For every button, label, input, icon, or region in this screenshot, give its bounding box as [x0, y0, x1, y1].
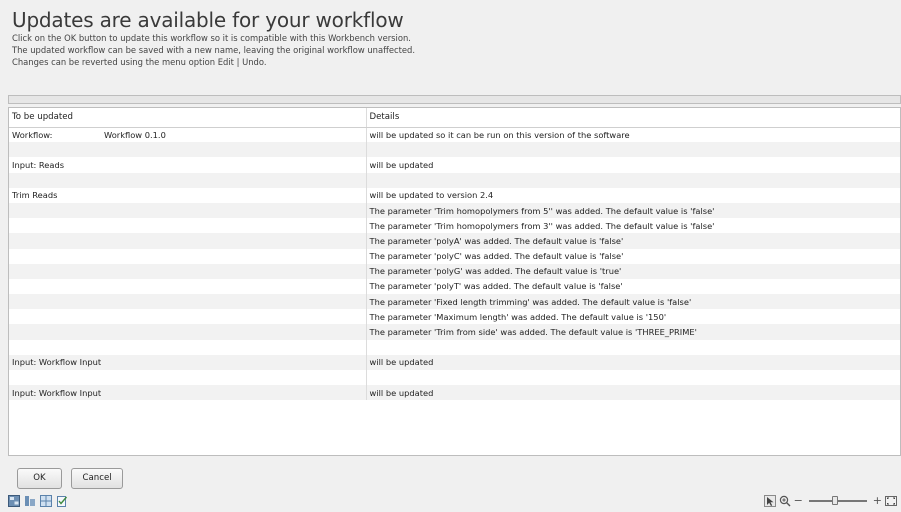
layout-icon[interactable]	[8, 495, 20, 507]
progress-strip	[8, 95, 901, 104]
cell-details	[365, 142, 900, 158]
table-row[interactable]: The parameter 'polyA' was added. The def…	[9, 233, 900, 249]
cell-to-be-updated	[9, 233, 366, 249]
cell-to-be-updated: Input: Workflow Input	[9, 385, 366, 401]
fit-to-window-icon[interactable]	[885, 495, 897, 507]
table-row[interactable]: The parameter 'Fixed length trimming' wa…	[9, 294, 900, 310]
description-line-3: Changes can be reverted using the menu o…	[12, 57, 267, 67]
cell-details: The parameter 'Fixed length trimming' wa…	[365, 294, 900, 310]
cell-details: The parameter 'polyC' was added. The def…	[365, 248, 900, 264]
cell-details: The parameter 'Trim from side' was added…	[365, 324, 900, 340]
cell-to-be-updated: Input: Workflow Input	[9, 354, 366, 370]
cell-to-be-updated: Trim Reads	[12, 190, 58, 201]
description-line-2: The updated workflow can be saved with a…	[12, 45, 416, 55]
cell-details: will be updated so it can be run on this…	[365, 127, 900, 143]
cell-to-be-updated	[9, 309, 366, 324]
table-row-spacer[interactable]	[9, 339, 900, 355]
cell-details: will be updated	[365, 385, 900, 401]
cell-to-be-updated	[9, 249, 366, 264]
cancel-button[interactable]: Cancel	[71, 468, 124, 489]
cell-to-be-updated	[9, 340, 366, 355]
cell-to-be-updated	[9, 172, 366, 188]
status-bar-icons	[8, 495, 68, 507]
grid-icon[interactable]	[40, 495, 52, 507]
cell-details: The parameter 'Maximum length' was added…	[365, 309, 900, 325]
table-header-row: To be updated Details	[9, 108, 900, 128]
table-row[interactable]: The parameter 'Trim homopolymers from 5'…	[9, 202, 900, 219]
cell-to-be-updated	[9, 142, 366, 158]
table-row[interactable]: Input: Workflow Input will be updated	[9, 354, 900, 370]
ok-button[interactable]: OK	[17, 468, 62, 489]
table-row[interactable]: The parameter 'polyG' was added. The def…	[9, 263, 900, 279]
cell-details: The parameter 'polyT' was added. The def…	[365, 278, 900, 295]
cell-details: The parameter 'Trim homopolymers from 5'…	[365, 202, 900, 219]
cell-to-be-updated: Workflow: Workflow 0.1.0	[9, 127, 366, 142]
workflow-name: Workflow 0.1.0	[104, 129, 166, 140]
page-title: Updates are available for your workflow	[12, 8, 404, 32]
table-row-spacer[interactable]	[9, 370, 900, 386]
table-row[interactable]: The parameter 'polyT' was added. The def…	[9, 278, 900, 295]
workflow-label: Workflow:	[12, 129, 53, 140]
table-row[interactable]: Input: Workflow Input will be updated	[9, 385, 900, 401]
table-row[interactable]: Trim Reads will be updated to version 2.4	[9, 187, 900, 203]
zoom-slider[interactable]	[808, 496, 867, 505]
cell-to-be-updated: Input: Reads	[12, 159, 65, 170]
cell-details: The parameter 'Trim homopolymers from 3'…	[365, 218, 900, 234]
description-line-1: Click on the OK button to update this wo…	[12, 33, 411, 43]
table-row-spacer[interactable]	[9, 172, 900, 188]
table-row[interactable]: Input: Reads will be updated	[9, 157, 900, 173]
header: Updates are available for your workflow …	[0, 0, 901, 93]
table-row[interactable]: The parameter 'Trim from side' was added…	[9, 324, 900, 340]
cell-to-be-updated	[9, 279, 366, 294]
check-doc-icon[interactable]	[56, 495, 68, 507]
cell-to-be-updated	[9, 294, 366, 310]
cell-to-be-updated	[9, 202, 366, 219]
cell-details	[365, 172, 900, 188]
cell-to-be-updated	[9, 218, 366, 233]
cell-to-be-updated	[9, 324, 366, 340]
column-header-to-be-updated[interactable]: To be updated	[9, 108, 366, 128]
zoom-out-button[interactable]: −	[794, 495, 803, 507]
cell-to-be-updated	[9, 263, 366, 279]
zoom-in-icon[interactable]	[779, 495, 791, 507]
table-row-spacer[interactable]	[9, 142, 900, 158]
table-row[interactable]: The parameter 'polyC' was added. The def…	[9, 248, 900, 264]
dialog-buttons: OK Cancel	[17, 465, 127, 489]
cell-details: will be updated to version 2.4	[365, 187, 900, 203]
cell-details	[365, 339, 900, 355]
cell-details: will be updated	[365, 157, 900, 173]
zoom-in-button[interactable]: +	[873, 495, 882, 507]
table-row[interactable]: The parameter 'Maximum length' was added…	[9, 309, 900, 325]
table-row[interactable]: The parameter 'Trim homopolymers from 3'…	[9, 218, 900, 234]
table-row[interactable]: Workflow: Workflow 0.1.0 will be updated s…	[9, 127, 900, 143]
cell-details	[365, 370, 900, 386]
select-mode-icon[interactable]	[763, 495, 776, 507]
cell-to-be-updated	[9, 370, 366, 385]
column-header-details[interactable]: Details	[365, 108, 900, 128]
zoom-controls: − +	[763, 495, 897, 507]
cell-details: The parameter 'polyA' was added. The def…	[365, 233, 900, 249]
zoom-slider-thumb[interactable]	[831, 496, 838, 505]
align-icon[interactable]	[24, 495, 36, 507]
updates-table-container[interactable]: To be updated Details Workflow: Workflow …	[8, 107, 901, 456]
cell-details: The parameter 'polyG' was added. The def…	[365, 263, 900, 279]
cell-details: will be updated	[365, 354, 900, 370]
updates-table: To be updated Details Workflow: Workflow …	[9, 108, 900, 401]
